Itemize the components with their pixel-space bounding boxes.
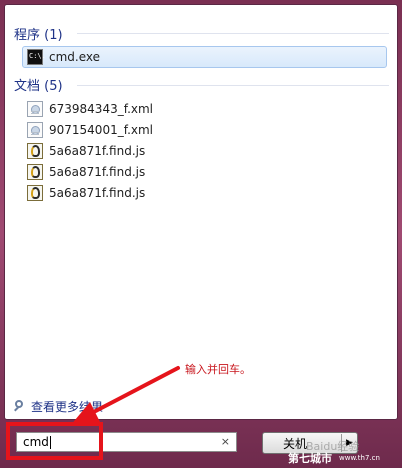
site-url-watermark: www.th7.cn [339, 454, 380, 462]
site-watermark: 第七城市 [288, 452, 332, 465]
annotation-arrow-icon [70, 366, 180, 426]
annotation-highlight-box [6, 422, 103, 460]
clear-search-icon[interactable]: × [221, 435, 230, 448]
